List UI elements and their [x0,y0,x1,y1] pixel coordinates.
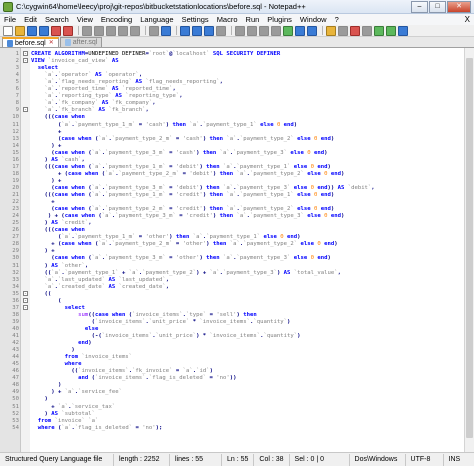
sync-h-icon[interactable] [235,25,245,36]
close-document-button[interactable]: X [465,15,470,24]
undo-icon[interactable] [130,25,140,36]
menu-language[interactable]: Language [136,15,177,24]
status-col: Col : 38 [253,453,288,466]
find-icon[interactable] [161,25,171,36]
menu-macro[interactable]: Macro [213,15,242,24]
maximize-button[interactable]: □ [429,0,446,13]
all-chars-icon[interactable] [259,25,269,36]
udl-icon[interactable] [283,25,293,36]
fold-toggle-icon[interactable]: - [23,51,28,57]
menu-encoding[interactable]: Encoding [97,15,136,24]
window-controls: – □ ✕ [410,0,471,13]
word-wrap-icon[interactable] [247,25,257,36]
status-bar: Structured Query Language file length : … [0,452,474,466]
code-token: `a` [61,424,72,431]
toolbar-separator [322,26,323,35]
code-token: = [132,424,143,431]
menu-bar: File Edit Search View Encoding Language … [0,14,474,25]
status-sel: Sel : 0 | 0 [288,453,349,466]
tab-label: before.sql [15,39,46,47]
function-list-icon[interactable] [307,25,317,36]
cut-icon[interactable] [94,25,104,36]
line-number: 54 [12,424,19,431]
indent-guide-icon[interactable] [271,25,281,36]
menu-search[interactable]: Search [41,15,73,24]
code-editor[interactable]: 1- CREATE ALGORITHM=UNDEFINED DEFINER=`ro… [0,48,474,452]
code-token: where [31,424,58,431]
status-encoding: UTF-8 [404,453,443,466]
title-bar: C:\cygwin64\home\leecy\proj\git-repos\bi… [0,0,474,14]
window-title: C:\cygwin64\home\leecy\proj\git-repos\bi… [16,2,306,11]
run-macro-icon[interactable] [386,25,396,36]
code-token: ); [155,424,163,431]
menu-file[interactable]: File [0,15,20,24]
stop-macro-icon[interactable] [362,25,372,36]
menu-run[interactable]: Run [242,15,264,24]
fold-toggle-icon[interactable]: - [23,304,28,310]
copy-icon[interactable] [106,25,116,36]
close-button[interactable]: ✕ [447,0,471,13]
code-line[interactable]: 54 where (`a`.`flag_is_deleted` = 'no'); [0,424,464,432]
zoom-in-icon[interactable] [192,25,202,36]
scrollbar-thumb[interactable] [466,58,473,438]
code-token: 'no' [142,424,156,431]
status-lines: lines : 55 [169,453,221,466]
zoom-out-icon[interactable] [204,25,214,36]
code-text: where (`a`.`flag_is_deleted` = 'no'); [31,424,163,432]
menu-window[interactable]: Window [296,15,331,24]
record-macro-icon[interactable] [350,25,360,36]
status-mode: INS [442,453,466,466]
fold-toggle-icon[interactable]: - [23,297,28,303]
status-length: length : 2252 [113,453,169,466]
save-icon[interactable] [27,25,37,36]
menu-help[interactable]: ? [331,15,343,24]
status-eol: Dos\Windows [348,453,405,466]
notepad-plus-plus-icon [3,1,13,12]
minimize-button[interactable]: – [411,0,428,13]
saved-file-icon [64,39,71,46]
menu-settings[interactable]: Settings [178,15,213,24]
toolbar-separator [145,26,146,35]
menu-plugins[interactable]: Plugins [263,15,296,24]
sync-v-icon[interactable] [216,25,226,36]
tab-bar: before.sql ✕ after.sql [0,37,474,48]
fold-toggle-icon[interactable]: - [23,290,28,296]
print-icon[interactable] [82,25,92,36]
toolbar-separator [231,26,232,35]
close-all-icon[interactable] [63,25,73,36]
status-language: Structured Query Language file [5,455,103,463]
tab-before-sql[interactable]: before.sql ✕ [2,37,59,47]
play-macro-icon[interactable] [374,25,384,36]
code-token: `flag_is_deleted` [74,424,133,431]
redo-icon[interactable] [149,25,159,36]
new-file-icon[interactable] [3,25,13,36]
fold-toggle-icon[interactable]: - [23,58,28,64]
monitor-icon[interactable] [338,25,348,36]
menu-edit[interactable]: Edit [20,15,41,24]
toolbar-separator [176,26,177,35]
open-file-icon[interactable] [15,25,25,36]
tab-after-sql[interactable]: after.sql [59,37,103,47]
status-ln: Ln : 55 [221,453,253,466]
toolbar [0,25,474,37]
fold-toggle-icon[interactable]: - [23,107,28,113]
tab-close-icon[interactable]: ✕ [49,39,54,48]
saved-file-icon [7,39,13,47]
paste-icon[interactable] [118,25,128,36]
menu-view[interactable]: View [73,15,97,24]
folder-workspace-icon[interactable] [326,25,336,36]
toolbar-separator [78,26,79,35]
tab-label: after.sql [72,39,98,46]
close-icon[interactable] [51,25,61,36]
doc-map-icon[interactable] [295,25,305,36]
save-macro-icon[interactable] [398,25,408,36]
vertical-scrollbar[interactable] [464,48,474,452]
replace-icon[interactable] [180,25,190,36]
save-all-icon[interactable] [39,25,49,36]
